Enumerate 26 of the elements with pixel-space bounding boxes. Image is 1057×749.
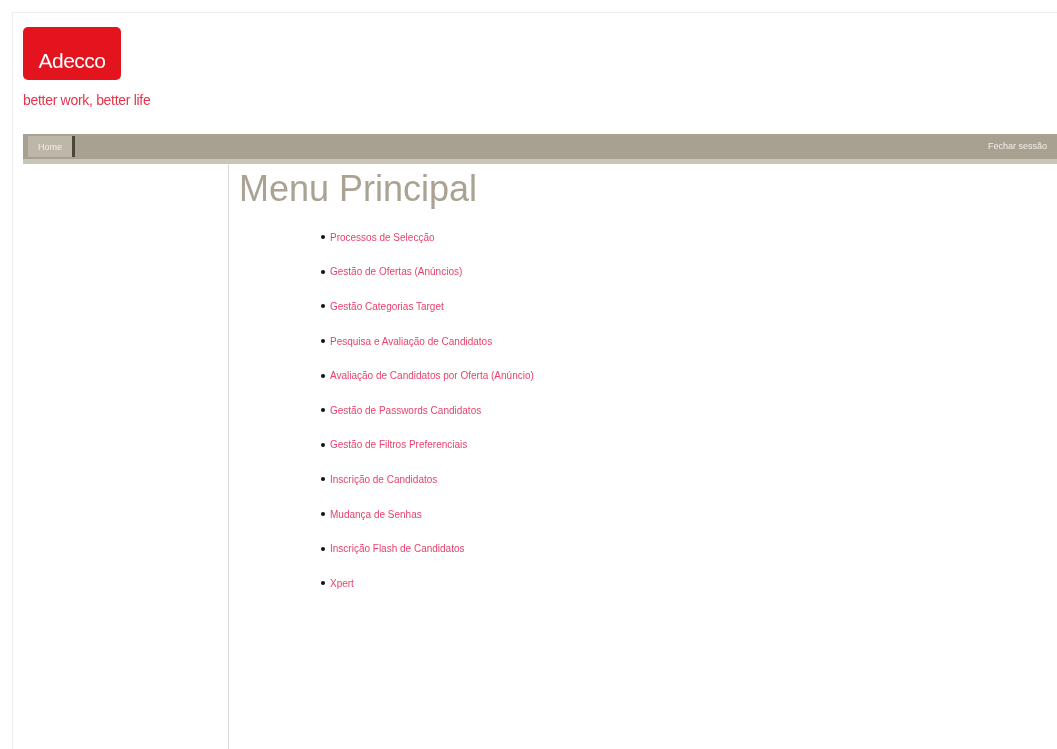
menu-link[interactable]: Processos de Selecção [330, 231, 435, 243]
bullet-icon [321, 512, 325, 517]
logout-link[interactable]: Fechar sessão [987, 141, 1057, 151]
bullet-icon [321, 477, 325, 482]
menu-link[interactable]: Gestão de Ofertas (Anúncios) [330, 266, 463, 278]
bullet-icon [321, 304, 325, 309]
menu-link[interactable]: Gestão de Passwords Candidatos [330, 404, 482, 416]
bullet-icon [321, 373, 325, 378]
bullet-icon [321, 442, 325, 447]
menu-link[interactable]: Inscrição Flash de Candidatos [330, 543, 465, 555]
menu-link[interactable]: Mudança de Senhas [330, 508, 422, 520]
logo: Adecco [23, 27, 121, 80]
menu-link[interactable]: Gestão Categorias Target [330, 301, 444, 312]
page-title: Menu Principal [239, 168, 479, 210]
menu-link[interactable]: Inscrição de Candidatos [330, 473, 438, 485]
bullet-icon [321, 339, 325, 344]
bullet-icon [321, 235, 325, 240]
menu-link[interactable]: Xpert [330, 577, 354, 589]
bullet-icon [321, 546, 325, 551]
tagline: better work, better life [23, 92, 152, 108]
bullet-icon [321, 269, 325, 274]
bullet-icon [321, 408, 325, 413]
bullet-icon [321, 581, 325, 586]
menu-link[interactable]: Pesquisa e Avaliação de Candidatos [330, 335, 493, 347]
menu-link[interactable]: Avaliação de Candidatos por Oferta (Anúncio) [330, 370, 534, 382]
menu-link[interactable]: Gestão de Filtros Preferenciais [330, 439, 468, 451]
